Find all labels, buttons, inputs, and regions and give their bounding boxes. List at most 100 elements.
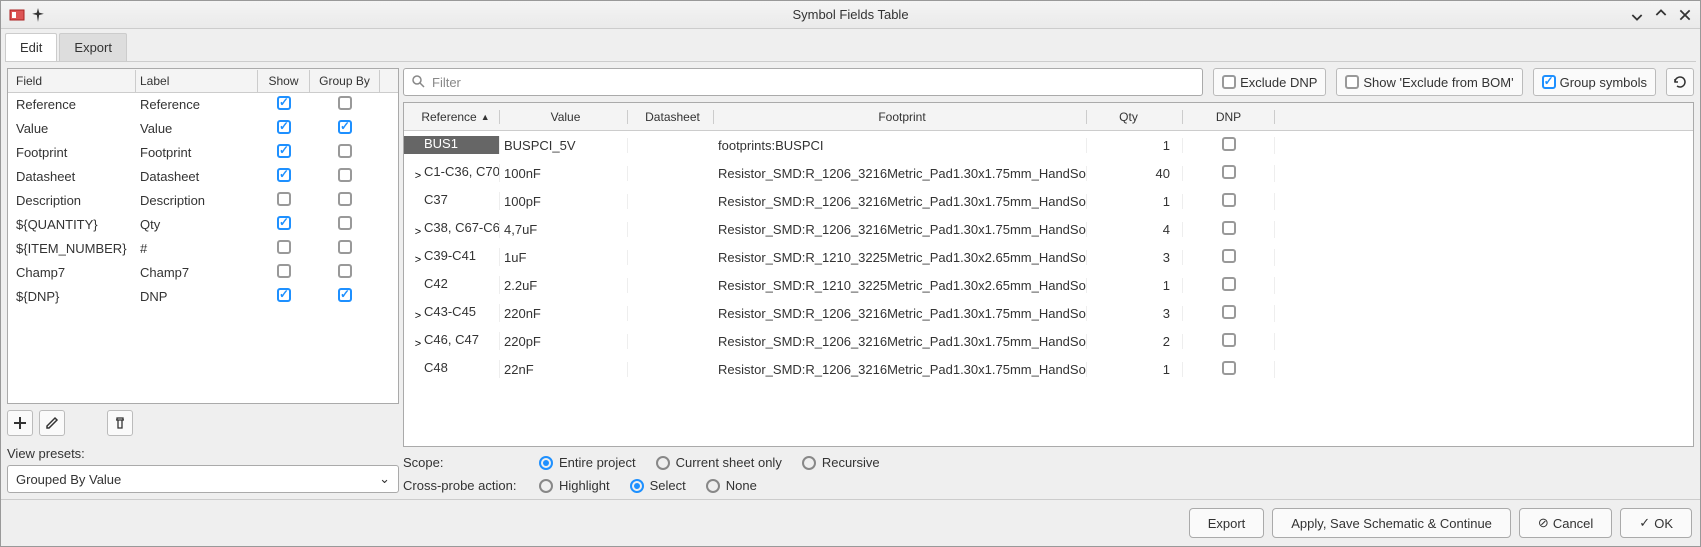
- field-row[interactable]: ReferenceReference: [8, 93, 398, 117]
- scope-sheet-radio[interactable]: Current sheet only: [656, 455, 782, 470]
- col-header-show[interactable]: Show: [258, 70, 310, 92]
- expand-icon[interactable]: >: [412, 226, 424, 238]
- group-checkbox[interactable]: [338, 120, 352, 134]
- field-row[interactable]: Champ7Champ7: [8, 261, 398, 285]
- minimize-icon[interactable]: [1630, 8, 1644, 22]
- col-header-value[interactable]: Value: [500, 110, 628, 124]
- field-row[interactable]: ValueValue: [8, 117, 398, 141]
- field-name-cell: Footprint: [8, 145, 136, 160]
- col-header-reference[interactable]: Reference▲: [404, 110, 500, 124]
- field-row[interactable]: ${QUANTITY}Qty: [8, 213, 398, 237]
- field-row[interactable]: ${ITEM_NUMBER}#: [8, 237, 398, 261]
- dnp-checkbox[interactable]: [1222, 221, 1236, 235]
- exclude-bom-check[interactable]: Show 'Exclude from BOM': [1336, 68, 1522, 96]
- group-checkbox[interactable]: [338, 168, 352, 182]
- crossprobe-none-radio[interactable]: None: [706, 478, 757, 493]
- tab-edit[interactable]: Edit: [5, 33, 57, 61]
- show-checkbox[interactable]: [277, 192, 291, 206]
- ok-button[interactable]: ✓OK: [1620, 508, 1692, 538]
- dnp-checkbox[interactable]: [1222, 193, 1236, 207]
- exclude-dnp-check[interactable]: Exclude DNP: [1213, 68, 1326, 96]
- dnp-checkbox[interactable]: [1222, 305, 1236, 319]
- qty-cell: 1: [1087, 138, 1183, 153]
- table-row[interactable]: C422.2uFResistor_SMD:R_1210_3225Metric_P…: [404, 271, 1693, 299]
- group-checkbox[interactable]: [338, 216, 352, 230]
- show-checkbox[interactable]: [277, 288, 291, 302]
- field-row[interactable]: DatasheetDatasheet: [8, 165, 398, 189]
- table-row[interactable]: >C38, C67-C694,7uFResistor_SMD:R_1206_32…: [404, 215, 1693, 243]
- dnp-checkbox[interactable]: [1222, 165, 1236, 179]
- table-row[interactable]: C37100pFResistor_SMD:R_1206_3216Metric_P…: [404, 187, 1693, 215]
- table-row[interactable]: C4822nFResistor_SMD:R_1206_3216Metric_Pa…: [404, 355, 1693, 383]
- group-symbols-check[interactable]: Group symbols: [1533, 68, 1656, 96]
- show-checkbox[interactable]: [277, 216, 291, 230]
- dnp-checkbox[interactable]: [1222, 277, 1236, 291]
- add-field-button[interactable]: [7, 410, 33, 436]
- show-checkbox[interactable]: [277, 240, 291, 254]
- filter-input[interactable]: Filter: [403, 68, 1203, 96]
- show-checkbox[interactable]: [277, 168, 291, 182]
- field-row[interactable]: DescriptionDescription: [8, 189, 398, 213]
- col-header-field[interactable]: Field: [8, 70, 136, 92]
- export-button[interactable]: Export: [1189, 508, 1265, 538]
- edit-field-button[interactable]: [39, 410, 65, 436]
- dnp-checkbox[interactable]: [1222, 333, 1236, 347]
- crossprobe-highlight-radio[interactable]: Highlight: [539, 478, 610, 493]
- maximize-icon[interactable]: [1654, 8, 1668, 22]
- expand-icon[interactable]: >: [412, 338, 424, 350]
- reference-cell: C38, C67-C69: [424, 220, 500, 235]
- scope-recursive-radio[interactable]: Recursive: [802, 455, 880, 470]
- delete-field-button[interactable]: [107, 410, 133, 436]
- field-row[interactable]: FootprintFootprint: [8, 141, 398, 165]
- table-row[interactable]: >C43-C45220nFResistor_SMD:R_1206_3216Met…: [404, 299, 1693, 327]
- table-row[interactable]: >C46, C47220pFResistor_SMD:R_1206_3216Me…: [404, 327, 1693, 355]
- field-name-cell: Description: [8, 193, 136, 208]
- col-header-qty[interactable]: Qty: [1087, 110, 1183, 124]
- col-header-group[interactable]: Group By: [310, 70, 380, 92]
- col-header-footprint[interactable]: Footprint: [714, 110, 1087, 124]
- show-checkbox[interactable]: [277, 120, 291, 134]
- view-preset-select[interactable]: Grouped By Value: [7, 465, 399, 493]
- pin-icon[interactable]: [31, 8, 45, 22]
- col-header-datasheet[interactable]: Datasheet: [628, 110, 714, 124]
- footprint-cell: Resistor_SMD:R_1206_3216Metric_Pad1.30x1…: [714, 166, 1087, 181]
- show-checkbox[interactable]: [277, 144, 291, 158]
- show-checkbox[interactable]: [277, 264, 291, 278]
- footprint-cell: Resistor_SMD:R_1206_3216Metric_Pad1.30x1…: [714, 222, 1087, 237]
- cancel-button[interactable]: ⊘Cancel: [1519, 508, 1612, 538]
- radio-icon: [539, 479, 553, 493]
- checkbox-icon: [1345, 75, 1359, 89]
- group-checkbox[interactable]: [338, 144, 352, 158]
- close-icon[interactable]: [1678, 8, 1692, 22]
- col-header-label[interactable]: Label: [136, 70, 258, 92]
- table-row[interactable]: >C39-C411uFResistor_SMD:R_1210_3225Metri…: [404, 243, 1693, 271]
- crossprobe-select-radio[interactable]: Select: [630, 478, 686, 493]
- show-checkbox[interactable]: [277, 96, 291, 110]
- window: Symbol Fields Table Edit Export Field La…: [0, 0, 1701, 547]
- scope-entire-radio[interactable]: Entire project: [539, 455, 636, 470]
- value-cell: 22nF: [500, 362, 628, 377]
- expand-icon[interactable]: >: [412, 310, 424, 322]
- group-checkbox[interactable]: [338, 96, 352, 110]
- footprint-cell: Resistor_SMD:R_1206_3216Metric_Pad1.30x1…: [714, 362, 1087, 377]
- group-checkbox[interactable]: [338, 264, 352, 278]
- apply-button[interactable]: Apply, Save Schematic & Continue: [1272, 508, 1511, 538]
- refresh-button[interactable]: [1666, 68, 1694, 96]
- group-checkbox[interactable]: [338, 288, 352, 302]
- group-checkbox[interactable]: [338, 192, 352, 206]
- expand-icon[interactable]: >: [412, 170, 424, 182]
- value-cell: 100nF: [500, 166, 628, 181]
- expand-icon[interactable]: >: [412, 254, 424, 266]
- dnp-checkbox[interactable]: [1222, 249, 1236, 263]
- tab-export[interactable]: Export: [59, 33, 127, 61]
- field-config-table: Field Label Show Group By ReferenceRefer…: [7, 68, 399, 404]
- group-checkbox[interactable]: [338, 240, 352, 254]
- qty-cell: 2: [1087, 334, 1183, 349]
- dnp-checkbox[interactable]: [1222, 137, 1236, 151]
- dnp-checkbox[interactable]: [1222, 361, 1236, 375]
- field-row[interactable]: ${DNP}DNP: [8, 285, 398, 309]
- field-label-cell: Qty: [136, 217, 258, 232]
- table-row[interactable]: >C1-C36, C70-C100nFResistor_SMD:R_1206_3…: [404, 159, 1693, 187]
- table-row[interactable]: BUS1BUSPCI_5Vfootprints:BUSPCI1: [404, 131, 1693, 159]
- col-header-dnp[interactable]: DNP: [1183, 110, 1275, 124]
